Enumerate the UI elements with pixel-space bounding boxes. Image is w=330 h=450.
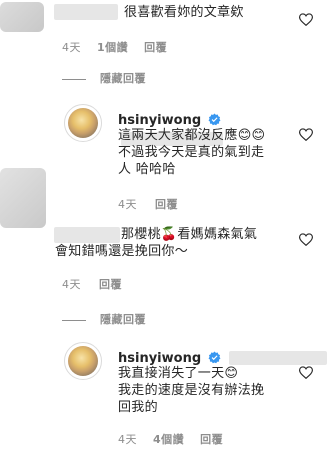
- reply-text-line: 回我的: [118, 400, 158, 415]
- reply-time[interactable]: 4天: [118, 198, 137, 211]
- verified-badge-icon: [208, 113, 221, 126]
- reply-meta: 4天 回覆: [118, 196, 178, 212]
- comment-meta: 4天 1個讚 回覆: [62, 39, 167, 55]
- reply-mention-blurred: [229, 350, 328, 365]
- comment-time[interactable]: 4天: [62, 41, 81, 54]
- commenter-avatar[interactable]: [0, 2, 44, 32]
- reply-button[interactable]: 回覆: [99, 278, 122, 291]
- heart-icon[interactable]: [299, 366, 313, 379]
- reply-author-avatar[interactable]: [64, 342, 102, 380]
- heart-icon[interactable]: [299, 128, 313, 141]
- reply-text: 這兩天大家都沒反應😊😊 不過我今天是真的氣到走 人 哈哈哈: [118, 127, 265, 178]
- divider-line: [62, 319, 86, 321]
- heart-icon[interactable]: [299, 233, 313, 246]
- hide-replies-label: 隱藏回覆: [100, 72, 146, 85]
- verified-badge-icon: [208, 351, 221, 364]
- hide-replies-button[interactable]: 隱藏回覆: [62, 311, 146, 327]
- hide-replies-button[interactable]: 隱藏回覆: [62, 70, 146, 86]
- like-count[interactable]: 4個讚: [153, 433, 184, 446]
- reply-button[interactable]: 回覆: [155, 198, 178, 211]
- commenter-username[interactable]: [54, 4, 118, 20]
- comment-text-line: 會知錯嗎還是挽回你～: [55, 244, 189, 259]
- reply-username[interactable]: hsinyiwong: [118, 351, 201, 366]
- comment-text-line: 那櫻桃🍒看媽媽森氣氣: [121, 227, 258, 242]
- reply-button[interactable]: 回覆: [144, 41, 167, 54]
- reply-meta: 4天 4個讚 回覆: [118, 431, 223, 447]
- reply-text: 我直接消失了一天😊 我走的速度是沒有辦法挽 回我的: [118, 365, 264, 416]
- comment-time[interactable]: 4天: [62, 278, 81, 291]
- reply-username[interactable]: hsinyiwong: [118, 113, 201, 128]
- reply-time[interactable]: 4天: [118, 433, 137, 446]
- hide-replies-label: 隱藏回覆: [100, 313, 146, 326]
- reply-text-line: 不過我今天是真的氣到走: [118, 145, 265, 160]
- comment-meta: 4天 回覆: [62, 276, 122, 292]
- divider-line: [62, 78, 86, 80]
- reply-text-line: 我走的速度是沒有辦法挽: [118, 383, 265, 398]
- reply-header: hsinyiwong: [118, 347, 328, 366]
- reply-button[interactable]: 回覆: [200, 433, 223, 446]
- heart-icon[interactable]: [299, 13, 313, 26]
- comment-text: 很喜歡看妳的文章欸: [124, 5, 244, 20]
- reply-text-line: 我直接消失了一天😊: [118, 366, 239, 381]
- comment-text: 那櫻桃🍒看媽媽森氣氣 會知錯嗎還是挽回你～: [55, 226, 257, 260]
- commenter-avatar[interactable]: [0, 168, 46, 228]
- like-count[interactable]: 1個讚: [97, 41, 128, 54]
- reply-author-avatar[interactable]: [64, 104, 102, 142]
- reply-text-line: 這兩天大家都沒反應😊😊: [118, 128, 266, 143]
- reply-text-line: 人 哈哈哈: [118, 162, 176, 177]
